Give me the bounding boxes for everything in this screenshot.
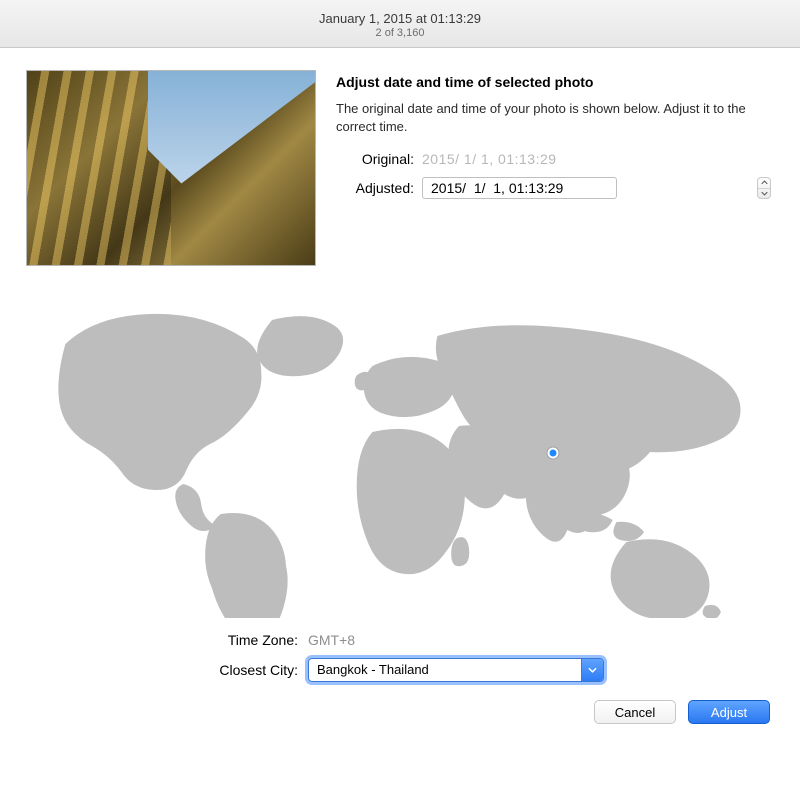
datetime-fields: Original: 2015/ 1/ 1, 01:13:29 Adjusted: bbox=[336, 151, 774, 199]
dialog-content: Adjust date and time of selected photo T… bbox=[0, 48, 800, 742]
original-label: Original: bbox=[336, 151, 422, 167]
stepper-up-icon[interactable] bbox=[758, 178, 770, 189]
titlebar: January 1, 2015 at 01:13:29 2 of 3,160 bbox=[0, 0, 800, 48]
timezone-value: GMT+8 bbox=[308, 632, 608, 648]
closest-city-label: Closest City: bbox=[26, 662, 308, 678]
adjusted-label: Adjusted: bbox=[336, 180, 422, 196]
dialog-footer: Cancel Adjust bbox=[26, 700, 774, 724]
timezone-label: Time Zone: bbox=[26, 632, 308, 648]
world-map-svg bbox=[26, 306, 774, 618]
titlebar-count: 2 of 3,160 bbox=[376, 27, 425, 39]
combobox-arrow-icon[interactable] bbox=[581, 659, 603, 681]
closest-city-value: Bangkok - Thailand bbox=[309, 659, 581, 681]
adjust-panel: Adjust date and time of selected photo T… bbox=[336, 70, 774, 266]
cancel-button[interactable]: Cancel bbox=[594, 700, 676, 724]
location-pin-icon bbox=[548, 447, 559, 458]
panel-heading: Adjust date and time of selected photo bbox=[336, 74, 774, 90]
closest-city-combobox[interactable]: Bangkok - Thailand bbox=[308, 658, 604, 682]
photo-thumbnail bbox=[26, 70, 316, 266]
world-map[interactable] bbox=[26, 306, 774, 618]
top-section: Adjust date and time of selected photo T… bbox=[26, 70, 774, 266]
titlebar-date: January 1, 2015 at 01:13:29 bbox=[319, 11, 481, 26]
stepper-down-icon[interactable] bbox=[758, 189, 770, 199]
datetime-stepper[interactable] bbox=[757, 177, 771, 199]
adjust-button[interactable]: Adjust bbox=[688, 700, 770, 724]
adjusted-datetime-input[interactable] bbox=[422, 177, 617, 199]
timezone-section: Time Zone: GMT+8 Closest City: Bangkok -… bbox=[26, 632, 774, 682]
original-value: 2015/ 1/ 1, 01:13:29 bbox=[422, 151, 754, 167]
panel-description: The original date and time of your photo… bbox=[336, 100, 774, 135]
